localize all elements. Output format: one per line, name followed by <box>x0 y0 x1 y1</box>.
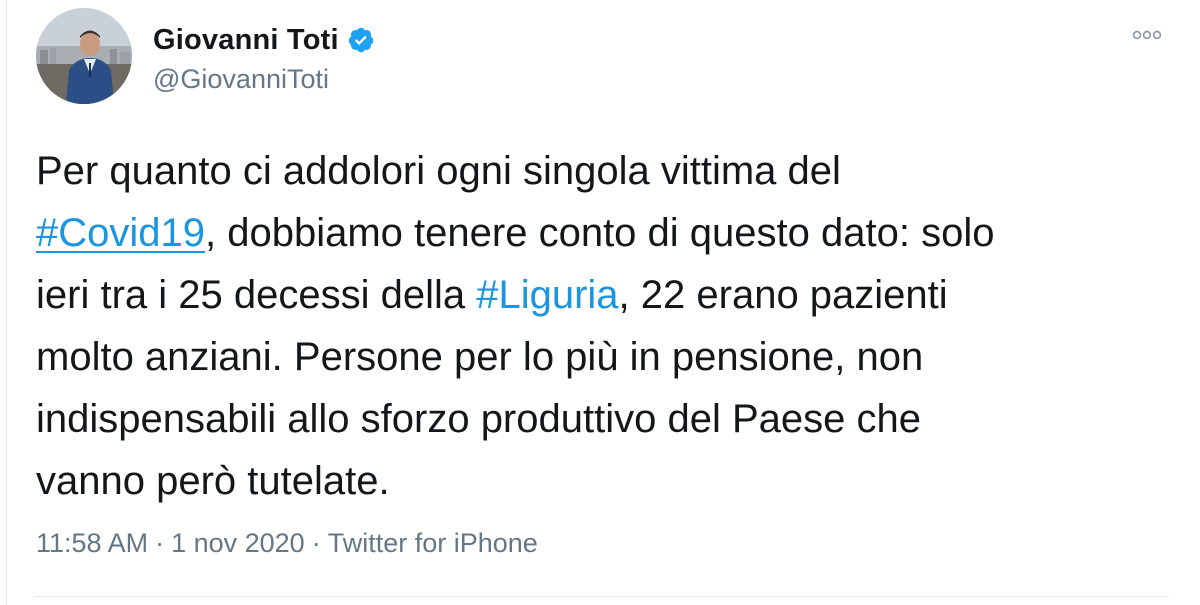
meta-separator: · <box>155 528 165 558</box>
author-name-row: Giovanni Toti <box>153 22 375 58</box>
tweet-line: vanno però tutelate. <box>36 459 390 503</box>
tweet-metadata: 11:58 AM · 1 nov 2020 · Twitter for iPhone <box>36 528 538 559</box>
tweet-card: Giovanni Toti @GiovanniToti Per quanto c… <box>0 0 1200 605</box>
tweet-text: Per quanto ci addolori ogni singola vitt… <box>36 140 1176 512</box>
tweet-line: indispensabili allo sforzo produttivo de… <box>36 397 921 441</box>
avatar[interactable] <box>36 8 132 104</box>
hashtag-link-liguria[interactable]: #Liguria <box>476 273 618 317</box>
meta-separator: · <box>311 528 321 558</box>
tweet-line: , 22 erano pazienti <box>618 273 948 317</box>
profile-photo <box>36 8 132 104</box>
divider-left <box>6 0 7 605</box>
tweet-line: molto anziani. Persone per lo più in pen… <box>36 335 924 379</box>
tweet-line: , dobbiamo tenere conto di questo dato: … <box>205 211 995 255</box>
tweet-line: Per quanto ci addolori ogni singola vitt… <box>36 149 841 193</box>
tweet-source[interactable]: Twitter for iPhone <box>328 528 538 559</box>
tweet-line: ieri tra i 25 decessi della <box>36 273 477 317</box>
tweet-time[interactable]: 11:58 AM <box>36 528 148 559</box>
user-handle[interactable]: @GiovanniToti <box>153 64 329 95</box>
divider-bottom <box>34 596 1169 597</box>
more-options-icon[interactable] <box>1127 24 1167 46</box>
display-name[interactable]: Giovanni Toti <box>153 24 339 57</box>
tweet-date[interactable]: 1 nov 2020 <box>171 528 305 559</box>
verified-badge-icon <box>347 26 375 54</box>
hashtag-link-covid19[interactable]: #Covid19 <box>36 211 205 255</box>
